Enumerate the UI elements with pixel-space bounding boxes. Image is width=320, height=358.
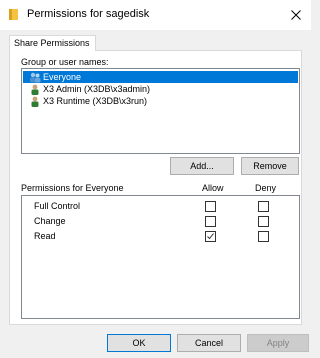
window-title: Permissions for sagedisk — [27, 8, 150, 20]
read-allow-checkbox[interactable] — [205, 231, 216, 242]
change-deny-checkbox[interactable] — [258, 216, 269, 227]
remove-button[interactable]: Remove — [241, 157, 299, 175]
cancel-button[interactable]: Cancel — [177, 334, 241, 352]
tab-share-permissions[interactable]: Share Permissions — [9, 35, 96, 51]
full-control-allow-checkbox[interactable] — [205, 201, 216, 212]
permissions-heading: Permissions for Everyone — [21, 183, 124, 193]
title-bar: Permissions for sagedisk — [0, 0, 311, 30]
change-allow-checkbox[interactable] — [205, 216, 216, 227]
list-item-x3admin[interactable]: X3 Admin (X3DB\x3admin) — [23, 83, 298, 95]
checkmark-icon — [207, 233, 214, 240]
ok-button[interactable]: OK — [107, 334, 171, 352]
full-control-deny-checkbox[interactable] — [258, 201, 269, 212]
user-name: X3 Admin (X3DB\x3admin) — [43, 84, 151, 94]
apply-button[interactable]: Apply — [247, 334, 309, 352]
list-item-x3run[interactable]: X3 Runtime (X3DB\x3run) — [23, 95, 298, 107]
user-icon — [31, 96, 39, 107]
user-icon — [31, 84, 39, 95]
perm-name-full-control: Full Control — [34, 201, 81, 211]
read-deny-checkbox[interactable] — [258, 231, 269, 242]
group-icon — [30, 72, 41, 82]
shield-icon — [9, 9, 18, 20]
user-name: X3 Runtime (X3DB\x3run) — [43, 96, 148, 106]
deny-header: Deny — [255, 183, 277, 193]
user-name: Everyone — [43, 72, 82, 82]
close-button[interactable] — [281, 0, 311, 30]
add-button[interactable]: Add... — [170, 157, 234, 175]
permissions-list — [21, 195, 300, 319]
perm-name-read: Read — [34, 231, 56, 241]
allow-header: Allow — [202, 183, 224, 193]
list-item-everyone[interactable]: Everyone — [23, 71, 298, 83]
group-label: Group or user names: — [21, 57, 109, 67]
close-icon — [291, 10, 301, 20]
perm-name-change: Change — [34, 216, 66, 226]
user-list[interactable]: Everyone X3 Admin (X3DB\x3admin) X3 Runt… — [21, 68, 300, 154]
